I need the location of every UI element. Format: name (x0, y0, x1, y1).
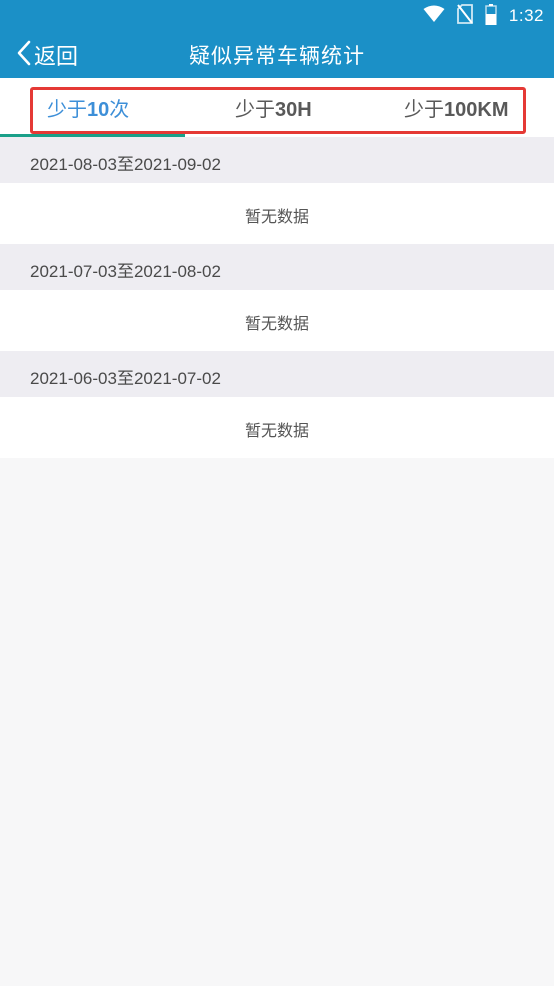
status-time: 1:32 (508, 6, 544, 25)
status-bar: 1:32 (0, 0, 554, 32)
section-body: 暂无数据 (0, 183, 554, 244)
date-range: 2021-07-03至2021-08-02 (30, 262, 221, 281)
section-body: 暂无数据 (0, 397, 554, 458)
tab-bar: 少于10次 少于30H 少于100KM (0, 78, 554, 137)
battery-icon (485, 3, 497, 29)
empty-state-text: 暂无数据 (244, 209, 309, 226)
tab-less-than-30h[interactable]: 少于30H (235, 93, 312, 122)
tab-less-than-100km[interactable]: 少于100KM (404, 93, 508, 122)
date-range: 2021-08-03至2021-09-02 (30, 155, 221, 174)
section-body: 暂无数据 (0, 290, 554, 351)
tab-label-suffix: 次 (109, 99, 130, 121)
empty-state-text: 暂无数据 (244, 316, 309, 333)
wifi-icon (423, 5, 445, 27)
app-bar: 返回 疑似异常车辆统计 (0, 32, 554, 78)
tab-label-prefix: 少于 (235, 99, 275, 121)
tab-label-value: 10 (87, 99, 110, 121)
tab-label-prefix: 少于 (404, 99, 444, 121)
section-header: 2021-06-03至2021-07-02 (0, 351, 554, 397)
status-icons: 1:32 (423, 3, 544, 29)
date-range: 2021-06-03至2021-07-02 (30, 369, 221, 388)
section-header: 2021-07-03至2021-08-02 (0, 244, 554, 290)
tab-label-prefix: 少于 (47, 99, 87, 121)
tab-label-value: 30H (275, 99, 312, 121)
no-sim-icon (457, 4, 473, 28)
empty-state-text: 暂无数据 (244, 423, 309, 440)
page-title: 疑似异常车辆统计 (189, 45, 365, 68)
tab-label-value: 100KM (444, 99, 509, 121)
tab-less-than-10-times[interactable]: 少于10次 (47, 93, 129, 122)
section-header: 2021-08-03至2021-09-02 (0, 137, 554, 183)
